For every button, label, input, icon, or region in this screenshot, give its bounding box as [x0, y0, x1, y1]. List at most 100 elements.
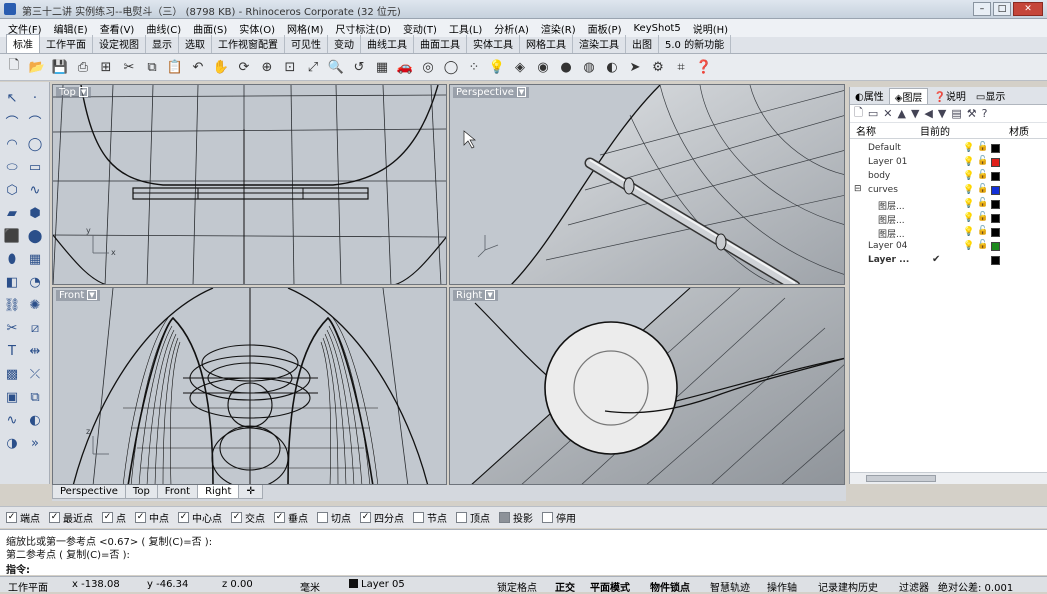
light-bulb-icon[interactable]: 💡 [963, 157, 974, 167]
panel-tab[interactable]: ◐属性 [850, 88, 889, 103]
light-bulb-icon[interactable]: 💡 [963, 171, 974, 181]
render-sphere-icon[interactable]: ● [556, 57, 576, 77]
new-sublayer-icon[interactable]: ▭ [868, 107, 878, 120]
cylinder-icon[interactable]: ⬮ [2, 249, 22, 269]
more-icon[interactable]: » [25, 433, 45, 453]
ellipse-icon[interactable]: ⬭ [2, 157, 22, 177]
cut-icon[interactable]: ✂ [119, 57, 139, 77]
circle-select-icon[interactable]: ◯ [441, 57, 461, 77]
move-down-icon[interactable]: ▼ [911, 107, 919, 120]
menu-item[interactable]: 曲面(S) [187, 21, 233, 36]
menu-item[interactable]: 实体(O) [233, 21, 281, 36]
toolbar-tab[interactable]: 变动 [328, 35, 361, 53]
delete-icon[interactable]: ✕ [883, 107, 892, 120]
osnap-option[interactable]: ✓ 交点 [231, 510, 265, 525]
osnap-checkbox[interactable] [499, 512, 510, 523]
box-solid-icon[interactable]: ⬛ [2, 226, 22, 246]
osnap-checkbox[interactable]: ✓ [6, 512, 17, 523]
layer-color-swatch[interactable] [991, 214, 1000, 223]
import-icon[interactable]: ⊞ [96, 57, 116, 77]
layer-row[interactable]: Default 💡 🔓 [850, 142, 1047, 156]
lock-icon[interactable]: 🔓 [977, 226, 988, 236]
chevron-down-icon[interactable]: ▼ [516, 87, 527, 97]
panel-tab[interactable]: ◈图层 [888, 87, 929, 104]
layer-row[interactable]: 图层... 💡 🔓 [850, 226, 1047, 240]
viewport-top[interactable]: Top ▼ yx [52, 84, 447, 285]
osnap-checkbox[interactable]: ✓ [231, 512, 242, 523]
light-bulb-icon[interactable]: 💡 [487, 57, 507, 77]
osnap-option[interactable]: ✓ 垂点 [274, 510, 308, 525]
zoom-selected-icon[interactable]: 🔍 [326, 57, 346, 77]
panel-tab[interactable]: ▭显示 [971, 88, 1010, 103]
rotate-view-icon[interactable]: ⟳ [234, 57, 254, 77]
scrollbar-thumb[interactable] [866, 475, 936, 482]
join-icon[interactable]: ⛓ [2, 295, 22, 315]
curve-point-icon[interactable]: ⌒ [25, 111, 45, 131]
curve-icon[interactable]: ∿ [25, 180, 45, 200]
osnap-option[interactable]: ✓ 中心点 [178, 510, 222, 525]
lock-icon[interactable]: 🔓 [977, 240, 988, 250]
osnap-checkbox[interactable]: ✓ [360, 512, 371, 523]
menu-item[interactable]: 查看(V) [94, 21, 141, 36]
toolbar-tab[interactable]: 曲线工具 [361, 35, 414, 53]
surface-icon[interactable]: ▰ [2, 203, 22, 223]
layer-row[interactable]: Layer 04 💡 🔓 [850, 240, 1047, 254]
layer-color-swatch[interactable] [991, 158, 1000, 167]
osnap-option[interactable]: 顶点 [456, 510, 490, 525]
car-icon[interactable]: 🚗 [395, 57, 415, 77]
analysis-icon[interactable]: ∿ [2, 410, 22, 430]
osnap-option[interactable]: ✓ 端点 [6, 510, 40, 525]
menu-item[interactable]: 说明(H) [687, 21, 734, 36]
maximize-button[interactable]: □ [993, 2, 1011, 16]
menu-item[interactable]: 渲染(R) [535, 21, 582, 36]
osnap-checkbox[interactable] [317, 512, 328, 523]
select-arrow-icon[interactable]: ↖ [2, 88, 22, 108]
sphere-solid-icon[interactable]: ⬤ [25, 226, 45, 246]
layer-color-swatch[interactable] [991, 256, 1000, 265]
minimize-button[interactable]: – [973, 2, 991, 16]
zoom-extents-icon[interactable]: ⤢ [303, 57, 323, 77]
viewport-front-label[interactable]: Front ▼ [56, 290, 100, 301]
layer-color-swatch[interactable] [991, 242, 1000, 251]
layer-row[interactable]: ⊟ curves 💡 🔓 [850, 184, 1047, 198]
layer-row[interactable]: 图层... 💡 🔓 [850, 198, 1047, 212]
layer-icon[interactable]: ◈ [510, 57, 530, 77]
lock-icon[interactable]: 🔓 [977, 198, 988, 208]
light-bulb-icon[interactable]: 💡 [963, 185, 974, 195]
menu-item[interactable]: 曲线(C) [140, 21, 187, 36]
toolbar-tab[interactable]: 显示 [146, 35, 179, 53]
osnap-checkbox[interactable] [456, 512, 467, 523]
osnap-option[interactable]: ✓ 中点 [135, 510, 169, 525]
circle-icon[interactable]: ◯ [25, 134, 45, 154]
toolbar-tab[interactable]: 实体工具 [467, 35, 520, 53]
zoom-dynamic-icon[interactable]: ⊕ [257, 57, 277, 77]
osnap-option[interactable]: 切点 [317, 510, 351, 525]
material-icon[interactable]: ◉ [533, 57, 553, 77]
trim-icon[interactable]: ✂ [2, 318, 22, 338]
shade-icon[interactable]: ◑ [2, 433, 22, 453]
layer-file-icon[interactable]: ▤ [951, 107, 961, 120]
horizontal-scrollbar[interactable] [850, 472, 1047, 484]
viewport-front[interactable]: Front ▼ z [52, 287, 447, 485]
help-icon[interactable]: ? [982, 107, 988, 120]
print-icon[interactable]: ⎙ [73, 57, 93, 77]
toolbar-tab[interactable]: 标准 [6, 34, 40, 53]
viewport-tab[interactable]: Perspective [52, 485, 126, 499]
lock-icon[interactable]: 🔓 [977, 156, 988, 166]
fillet-icon[interactable]: ◔ [25, 272, 45, 292]
osnap-option[interactable]: 节点 [413, 510, 447, 525]
new-layer-icon[interactable]: 🗋 [854, 104, 863, 123]
menu-item[interactable]: KeyShot5 [628, 23, 687, 34]
polygon-icon[interactable]: ⬡ [2, 180, 22, 200]
close-button[interactable]: ✕ [1013, 2, 1043, 16]
render-icon[interactable]: ◐ [25, 410, 45, 430]
filter-icon[interactable]: ▼ [938, 107, 946, 120]
toolbar-tab[interactable]: 曲面工具 [414, 35, 467, 53]
collapse-icon[interactable]: ⊟ [854, 184, 862, 194]
chevron-down-icon[interactable]: ▼ [78, 87, 89, 97]
lock-icon[interactable]: 🔓 [977, 170, 988, 180]
four-viewports-icon[interactable]: ▦ [372, 57, 392, 77]
toolbar-tab[interactable]: 可见性 [285, 35, 328, 53]
lock-icon[interactable]: 🔓 [977, 142, 988, 152]
new-file-icon[interactable]: 🗋 [4, 57, 24, 77]
